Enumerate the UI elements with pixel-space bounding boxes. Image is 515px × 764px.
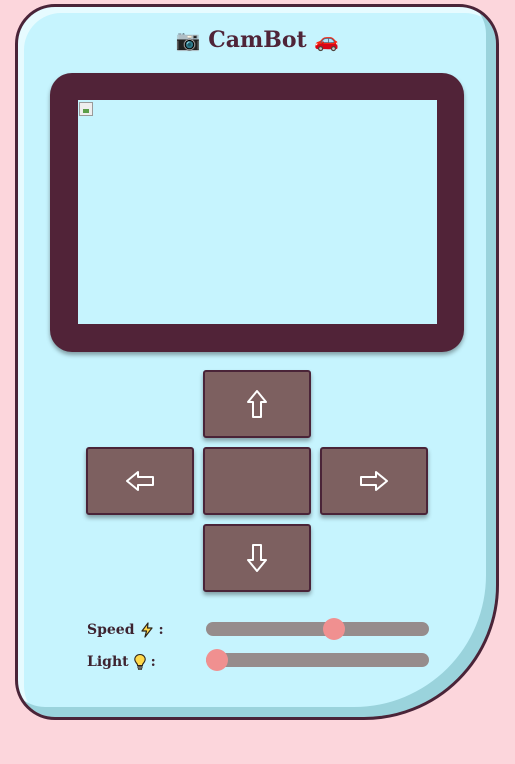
lightning-bolt-icon <box>140 622 153 638</box>
camera-frame <box>50 73 464 352</box>
arrow-left-outline-icon <box>126 471 154 491</box>
speed-label: Speed : <box>87 622 164 638</box>
light-label-text: Light <box>87 654 129 670</box>
broken-image-icon <box>79 102 93 116</box>
speed-slider-thumb[interactable] <box>322 618 345 640</box>
speed-slider[interactable] <box>206 618 429 640</box>
app-title-text: CamBot <box>208 27 307 53</box>
light-bulb-icon <box>133 653 146 670</box>
light-colon: : <box>150 654 156 670</box>
app-title: 📷 CamBot 🚗 <box>0 27 515 53</box>
light-slider-thumb[interactable] <box>206 649 228 671</box>
camera-feed <box>78 100 437 324</box>
car-emoji-icon: 🚗 <box>314 28 340 52</box>
move-forward-button[interactable] <box>203 370 311 438</box>
arrow-down-outline-icon <box>247 544 267 572</box>
stop-button[interactable] <box>203 447 311 515</box>
turn-left-button[interactable] <box>86 447 194 515</box>
camera-emoji-icon: 📷 <box>175 28 201 52</box>
speed-label-text: Speed <box>87 622 135 638</box>
arrow-up-outline-icon <box>247 390 267 418</box>
speed-colon: : <box>158 622 164 638</box>
light-label: Light : <box>87 653 156 671</box>
move-backward-button[interactable] <box>203 524 311 592</box>
arrow-right-outline-icon <box>360 471 388 491</box>
light-slider[interactable] <box>206 649 429 671</box>
turn-right-button[interactable] <box>320 447 428 515</box>
